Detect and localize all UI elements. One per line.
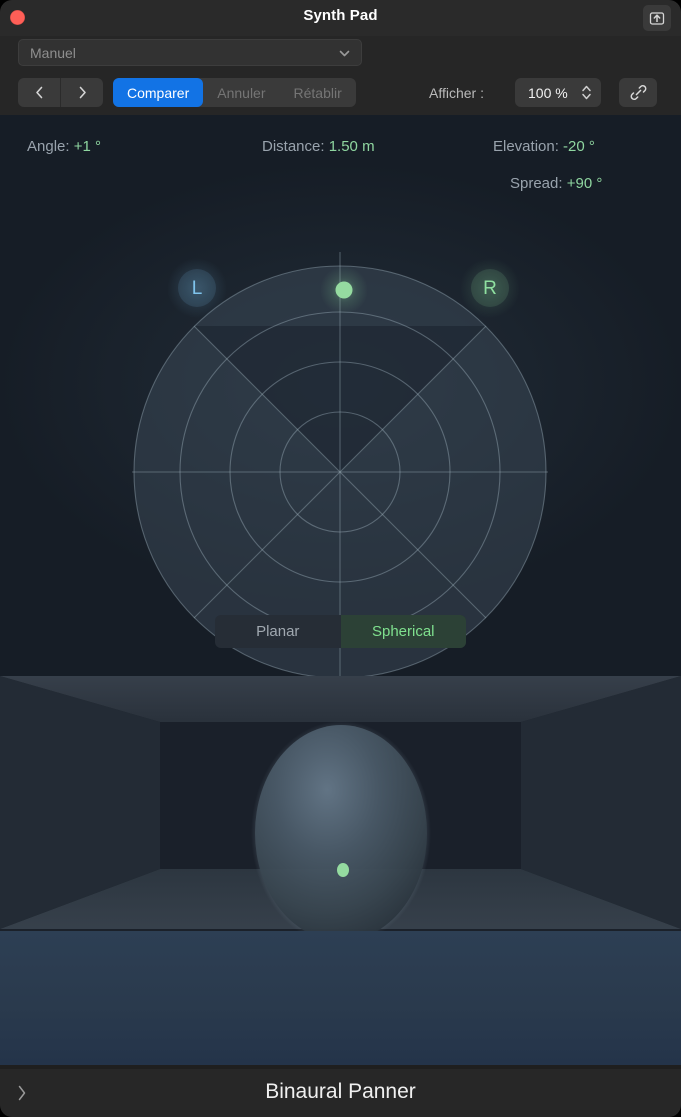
source-position-dot[interactable] bbox=[313, 259, 375, 321]
toolbar: Comparer Annuler Rétablir Afficher : 100… bbox=[0, 72, 681, 115]
elevation-readout: Elevation: -20 ° bbox=[493, 138, 595, 155]
plugin-window: Synth Pad Manuel Comparer Annuler Rétabl… bbox=[0, 0, 681, 1117]
title-bar: Synth Pad bbox=[0, 0, 681, 36]
mode-planar-button[interactable]: Planar bbox=[215, 615, 341, 648]
panner-view[interactable]: Angle: +1 ° Distance: 1.50 m Elevation: … bbox=[0, 115, 681, 692]
redo-button[interactable]: Rétablir bbox=[280, 78, 356, 107]
spread-label: Spread: bbox=[510, 175, 563, 192]
preset-nav-group bbox=[18, 78, 103, 107]
link-chain-icon[interactable] bbox=[619, 78, 657, 107]
spread-value: +90 ° bbox=[566, 175, 603, 192]
preset-dropdown[interactable]: Manuel bbox=[18, 39, 362, 66]
distance-readout: Distance: 1.50 m bbox=[262, 138, 375, 155]
next-preset-button[interactable] bbox=[61, 78, 103, 107]
elevation-value: -20 ° bbox=[563, 138, 595, 155]
chevron-down-icon bbox=[338, 47, 351, 65]
spread-readout: Spread: +90 ° bbox=[510, 175, 602, 192]
zoom-stepper[interactable]: 100 % bbox=[515, 78, 601, 107]
compare-undo-redo-group: Comparer Annuler Rétablir bbox=[113, 78, 356, 107]
preset-row: Manuel bbox=[0, 36, 681, 72]
preset-value: Manuel bbox=[30, 44, 76, 61]
distance-label: Distance: bbox=[262, 138, 325, 155]
previous-preset-button[interactable] bbox=[18, 78, 61, 107]
distance-value: 1.50 m bbox=[328, 138, 375, 155]
angle-label: Angle: bbox=[27, 138, 70, 155]
angle-value: +1 ° bbox=[73, 138, 101, 155]
footer-bar: Binaural Panner bbox=[0, 1069, 681, 1117]
room-3d-view[interactable] bbox=[0, 676, 681, 931]
window-title: Synth Pad bbox=[303, 7, 378, 24]
plugin-name: Binaural Panner bbox=[265, 1080, 416, 1103]
stepper-up-down-icon[interactable] bbox=[581, 83, 592, 102]
svg-text:L: L bbox=[192, 278, 203, 299]
size-section: Size 1.50m Doppler OFF bbox=[0, 931, 681, 1065]
projection-mode-switch: Planar Spherical bbox=[215, 615, 466, 648]
svg-text:R: R bbox=[483, 278, 497, 299]
export-up-icon[interactable] bbox=[643, 5, 671, 31]
elevation-label: Elevation: bbox=[493, 138, 559, 155]
view-label: Afficher : bbox=[429, 85, 484, 101]
zoom-value: 100 % bbox=[528, 84, 568, 101]
angle-readout: Angle: +1 ° bbox=[27, 138, 101, 155]
compare-button[interactable]: Comparer bbox=[113, 78, 204, 107]
mode-spherical-button[interactable]: Spherical bbox=[340, 615, 466, 648]
undo-button[interactable]: Annuler bbox=[203, 78, 279, 107]
